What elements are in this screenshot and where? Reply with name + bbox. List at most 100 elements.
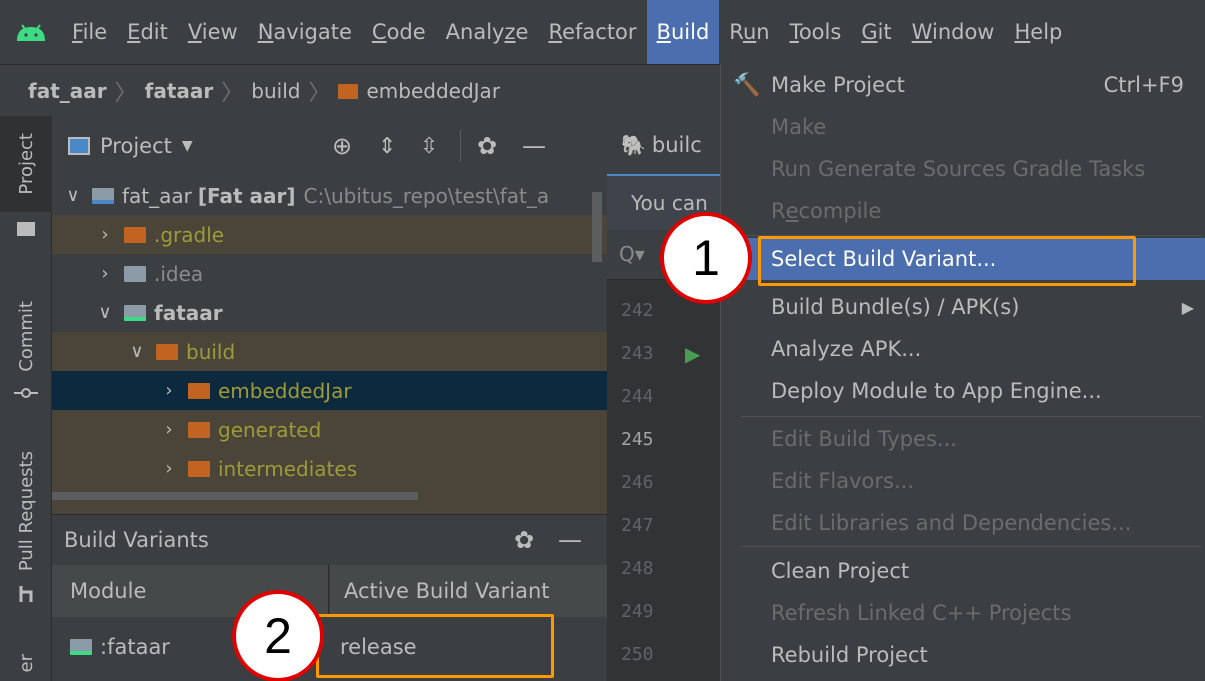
project-folder-icon bbox=[17, 222, 35, 236]
module-folder-icon bbox=[124, 304, 146, 321]
menu-run[interactable]: Run bbox=[719, 0, 779, 64]
tree-item-fat-aar[interactable]: ∨ fat_aar [Fat aar] C:\ubitus_repo\test\… bbox=[52, 176, 607, 215]
tree-item-generated[interactable]: › generated bbox=[52, 410, 607, 449]
build-variants-title: Build Variants bbox=[64, 528, 209, 552]
menu-separator bbox=[741, 416, 1201, 417]
menu-bar: File Edit View Navigate Code Analyze Ref… bbox=[0, 0, 1205, 64]
menu-item-make[interactable]: Make bbox=[721, 106, 1205, 148]
chevron-down-icon[interactable]: ∨ bbox=[62, 185, 84, 206]
android-studio-logo-icon bbox=[0, 0, 62, 64]
left-tool-stripe: Project Commit Pull Requests er bbox=[0, 116, 52, 681]
menu-git[interactable]: Git bbox=[851, 0, 901, 64]
menu-file[interactable]: File bbox=[62, 0, 117, 64]
gear-icon[interactable]: ✿ bbox=[514, 526, 534, 554]
tab-commit[interactable]: Commit bbox=[0, 276, 52, 396]
menu-item-clean-project[interactable]: Clean Project bbox=[721, 550, 1205, 592]
breadcrumb: fat_aar 〉 fataar 〉 build 〉 embeddedJar bbox=[0, 64, 720, 116]
line-number-current: 245 bbox=[621, 429, 654, 450]
line-number: 248 bbox=[621, 558, 654, 579]
build-menu-dropdown: 🔨 Make Project Ctrl+F9 Make Run Generate… bbox=[720, 64, 1205, 681]
line-number: 244 bbox=[621, 386, 654, 407]
tab-pull-requests[interactable]: Pull Requests bbox=[0, 426, 52, 596]
menu-item-deploy-module[interactable]: Deploy Module to App Engine... bbox=[721, 370, 1205, 412]
run-gutter-icon[interactable]: ▶ bbox=[685, 342, 700, 366]
search-icon[interactable]: Q▾ bbox=[619, 242, 645, 266]
menu-item-make-project[interactable]: 🔨 Make Project Ctrl+F9 bbox=[721, 64, 1205, 106]
menu-build[interactable]: Build bbox=[646, 0, 720, 64]
menu-item-edit-build-types[interactable]: Edit Build Types... bbox=[721, 418, 1205, 460]
folder-icon bbox=[188, 421, 210, 438]
build-variants-header: Build Variants ✿ — bbox=[52, 515, 607, 565]
menu-view[interactable]: View bbox=[178, 0, 248, 64]
minimize-icon[interactable]: — bbox=[558, 526, 582, 554]
tree-item-idea[interactable]: › .idea bbox=[52, 254, 607, 293]
chevron-right-icon[interactable]: › bbox=[158, 458, 180, 479]
highlight-box-active-variant bbox=[316, 614, 554, 678]
line-number: 246 bbox=[621, 472, 654, 493]
editor-tab-build-gradle[interactable]: 🐘 builc bbox=[607, 116, 720, 176]
menu-analyze[interactable]: Analyze bbox=[436, 0, 539, 64]
menu-tools[interactable]: Tools bbox=[780, 0, 852, 64]
gear-icon[interactable]: ✿ bbox=[477, 132, 497, 160]
chevron-down-icon[interactable]: ∨ bbox=[126, 341, 148, 362]
pull-request-icon bbox=[17, 584, 37, 604]
project-view-selector[interactable]: Project bbox=[100, 134, 172, 158]
menu-code[interactable]: Code bbox=[362, 0, 436, 64]
menu-item-edit-flavors[interactable]: Edit Flavors... bbox=[721, 460, 1205, 502]
locate-icon[interactable]: ⊕ bbox=[332, 132, 352, 160]
line-number: 250 bbox=[621, 644, 654, 665]
collapse-all-icon[interactable]: ⇳ bbox=[420, 134, 438, 159]
line-number: 242 bbox=[621, 300, 654, 321]
menu-window[interactable]: Window bbox=[902, 0, 1005, 64]
step-2-badge: 2 bbox=[232, 590, 324, 681]
breadcrumb-item-fataar[interactable]: fataar bbox=[145, 79, 214, 103]
menu-separator bbox=[741, 546, 1201, 547]
vertical-scrollbar[interactable] bbox=[592, 192, 602, 262]
chevron-right-icon[interactable]: › bbox=[158, 419, 180, 440]
breadcrumb-item-fat-aar[interactable]: fat_aar bbox=[28, 79, 107, 103]
menu-item-rebuild-project[interactable]: Rebuild Project bbox=[721, 634, 1205, 676]
menu-item-analyze-apk[interactable]: Analyze APK... bbox=[721, 328, 1205, 370]
breadcrumb-separator-icon: 〉 bbox=[308, 80, 331, 106]
project-panel-header: Project ▼ ⊕ ⇕ ⇳ ✿ — bbox=[52, 116, 607, 176]
hammer-icon: 🔨 bbox=[733, 73, 761, 98]
menu-refactor[interactable]: Refactor bbox=[538, 0, 646, 64]
folder-icon bbox=[124, 226, 146, 243]
step-1-badge: 1 bbox=[660, 212, 752, 304]
menu-item-edit-libraries[interactable]: Edit Libraries and Dependencies... bbox=[721, 502, 1205, 544]
minimize-icon[interactable]: — bbox=[522, 132, 546, 160]
breadcrumb-separator-icon: 〉 bbox=[114, 80, 137, 106]
project-panel: Project ▼ ⊕ ⇕ ⇳ ✿ — ∨ fat_aar [Fat aar] … bbox=[52, 116, 607, 514]
menu-item-refresh-linked-cpp[interactable]: Refresh Linked C++ Projects bbox=[721, 592, 1205, 634]
tab-project[interactable]: Project bbox=[0, 116, 52, 212]
menu-item-recompile[interactable]: Re compile bbox=[721, 190, 1205, 232]
menu-item-build-bundle-apk[interactable]: Build Bundle(s) / APK(s) ▶ bbox=[721, 286, 1205, 328]
breadcrumb-separator-icon: 〉 bbox=[221, 80, 244, 106]
module-folder-icon bbox=[92, 187, 114, 204]
menu-item-run-generate-sources[interactable]: Run Generate Sources Gradle Tasks bbox=[721, 148, 1205, 190]
tree-item-intermediates[interactable]: › intermediates bbox=[52, 449, 607, 488]
chevron-right-icon[interactable]: › bbox=[94, 263, 116, 284]
tree-item-embeddedjar[interactable]: › embeddedJar bbox=[52, 371, 607, 410]
menu-help[interactable]: Help bbox=[1004, 0, 1072, 64]
breadcrumb-item-embeddedjar[interactable]: embeddedJar bbox=[366, 79, 500, 103]
column-header-active-variant[interactable]: Active Build Variant bbox=[330, 565, 607, 617]
dropdown-arrow-icon[interactable]: ▼ bbox=[182, 138, 193, 154]
line-number: 243 bbox=[621, 343, 654, 364]
folder-icon bbox=[188, 382, 210, 399]
expand-all-icon[interactable]: ⇕ bbox=[378, 134, 396, 159]
chevron-right-icon[interactable]: › bbox=[158, 380, 180, 401]
folder-icon bbox=[124, 265, 146, 282]
breadcrumb-item-build[interactable]: build bbox=[251, 79, 300, 103]
chevron-down-icon[interactable]: ∨ bbox=[94, 302, 116, 323]
project-view-icon bbox=[68, 137, 90, 155]
tree-item-fataar[interactable]: ∨ fataar bbox=[52, 293, 607, 332]
menu-navigate[interactable]: Navigate bbox=[248, 0, 362, 64]
menu-edit[interactable]: Edit bbox=[117, 0, 178, 64]
tree-item-build[interactable]: ∨ build bbox=[52, 332, 607, 371]
horizontal-scrollbar[interactable] bbox=[52, 492, 418, 500]
tab-bottom[interactable]: er bbox=[0, 646, 52, 681]
tree-item-gradle[interactable]: › .gradle bbox=[52, 215, 607, 254]
commit-icon bbox=[14, 384, 38, 398]
chevron-right-icon[interactable]: › bbox=[94, 224, 116, 245]
